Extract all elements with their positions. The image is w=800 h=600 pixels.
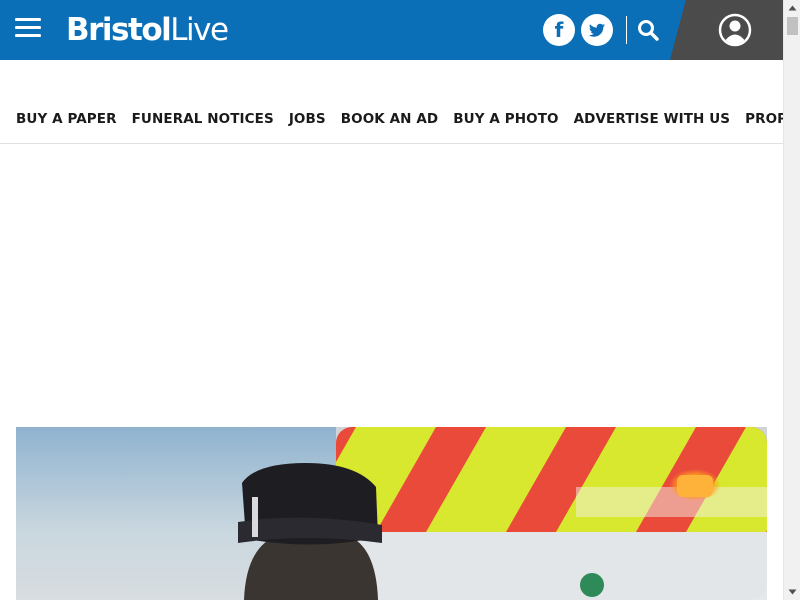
nav-item-property[interactable]: PROPERTY: [745, 111, 783, 127]
scroll-up-arrow-icon[interactable]: [784, 0, 800, 17]
nav-item-buy-a-paper[interactable]: BUY A PAPER: [16, 111, 117, 127]
search-icon[interactable]: [636, 18, 662, 44]
vertical-scrollbar[interactable]: [783, 0, 800, 600]
nav-item-buy-a-photo[interactable]: BUY A PHOTO: [453, 111, 558, 127]
nav-item-advertise-with-us[interactable]: ADVERTISE WITH US: [574, 111, 731, 127]
site-logo[interactable]: BristolLive: [66, 10, 229, 50]
twitter-icon[interactable]: [581, 14, 613, 46]
logo-bristol: Bristol: [66, 12, 172, 48]
ad-slot: [0, 145, 783, 427]
site-header: BristolLive f: [0, 0, 783, 60]
nav-item-jobs[interactable]: JOBS: [289, 111, 326, 127]
hero-image[interactable]: [16, 427, 767, 600]
facebook-icon[interactable]: f: [543, 14, 575, 46]
nav-item-funeral-notices[interactable]: FUNERAL NOTICES: [132, 111, 274, 127]
header-divider: [626, 16, 627, 44]
hamburger-menu-icon[interactable]: [15, 18, 41, 40]
scroll-down-arrow-icon[interactable]: [784, 583, 800, 600]
user-account-icon[interactable]: [718, 13, 752, 47]
scroll-thumb[interactable]: [787, 17, 798, 35]
facebook-glyph: f: [554, 18, 564, 42]
secondary-nav: BUY A PAPER FUNERAL NOTICES JOBS BOOK AN AD…: [0, 60, 783, 144]
nav-items: BUY A PAPER FUNERAL NOTICES JOBS BOOK AN AD…: [16, 108, 783, 127]
page: BristolLive f BUY A PAPER FUNERAL NOTICE…: [0, 0, 800, 600]
nav-item-book-an-ad[interactable]: BOOK AN AD: [341, 111, 439, 127]
logo-live: Live: [170, 12, 229, 48]
